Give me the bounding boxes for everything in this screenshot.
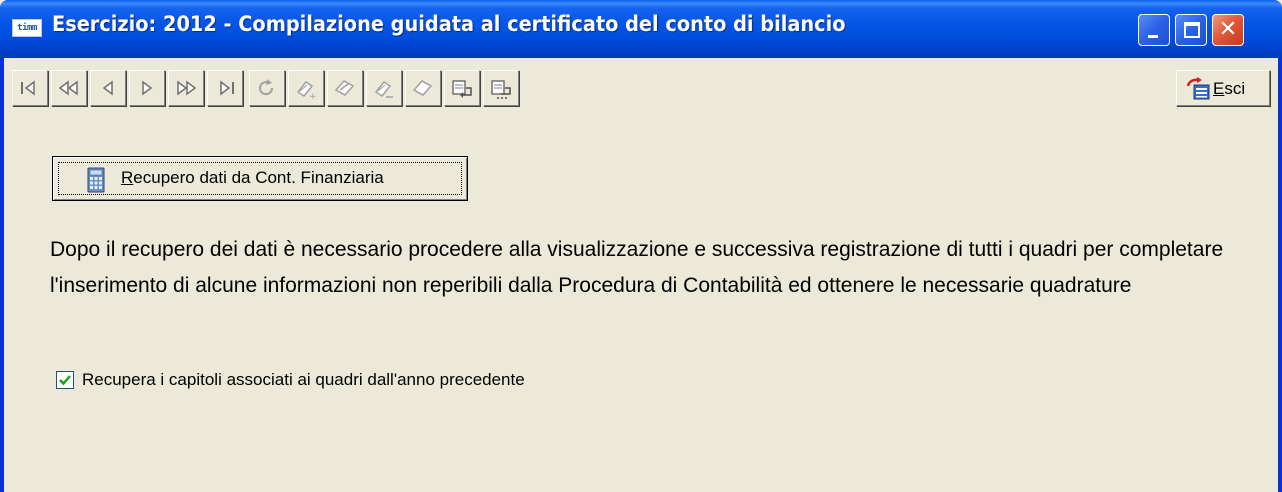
calculator-icon	[87, 167, 105, 193]
minimize-button[interactable]	[1138, 14, 1170, 46]
edit-record-button[interactable]	[327, 70, 363, 106]
close-button[interactable]: ✕	[1212, 14, 1244, 46]
recover-chapters-checkbox[interactable]	[56, 371, 74, 389]
minimize-icon	[1148, 35, 1158, 38]
edit-record-icon	[334, 80, 355, 96]
next-record-icon	[142, 80, 153, 96]
save-record-icon	[412, 80, 433, 96]
previous-page-icon	[58, 80, 78, 96]
exit-button[interactable]: Esci	[1176, 70, 1270, 106]
new-record-button[interactable]: +	[288, 70, 324, 106]
next-page-icon	[177, 80, 197, 96]
print-preview-button[interactable]	[483, 70, 519, 106]
close-icon: ✕	[1218, 17, 1238, 42]
first-record-icon	[21, 80, 35, 96]
recover-chapters-label: Recupera i capitoli associati ai quadri …	[82, 370, 525, 389]
delete-record-button[interactable]	[366, 70, 402, 106]
recover-label-rest: ecupero dati da Cont. Finanziaria	[133, 168, 384, 187]
maximize-button[interactable]	[1175, 14, 1207, 46]
app-window: timm Esercizio: 2012 - Compilazione guid…	[0, 0, 1282, 492]
recover-data-label: Recupero dati da Cont. Finanziaria	[121, 168, 384, 188]
recover-data-button[interactable]: Recupero dati da Cont. Finanziaria	[52, 156, 468, 201]
info-text: Dopo il recupero dei dati è necessario p…	[50, 238, 1224, 297]
svg-text:+: +	[309, 92, 317, 100]
previous-record-button[interactable]	[90, 70, 126, 106]
maximize-icon	[1184, 22, 1200, 38]
app-icon[interactable]: timm	[12, 19, 42, 37]
print-button[interactable]	[444, 70, 480, 106]
last-record-button[interactable]	[207, 70, 243, 106]
title-bar[interactable]: timm Esercizio: 2012 - Compilazione guid…	[0, 0, 1282, 58]
save-record-button[interactable]	[405, 70, 441, 106]
recover-label-accel: R	[121, 168, 134, 187]
next-record-button[interactable]	[129, 70, 165, 106]
delete-record-icon	[374, 80, 393, 98]
exit-icon	[1186, 77, 1210, 100]
previous-record-icon	[102, 80, 113, 96]
last-record-icon	[220, 80, 234, 96]
next-page-button[interactable]	[168, 70, 204, 106]
new-record-icon: +	[296, 80, 317, 100]
previous-page-button[interactable]	[51, 70, 87, 106]
toolbar: + Esci	[4, 64, 1278, 108]
refresh-icon	[259, 79, 274, 96]
window-title: Esercizio: 2012 - Compilazione guidata a…	[52, 12, 846, 36]
exit-label: Esci	[1213, 79, 1245, 99]
print-preview-icon	[491, 80, 511, 99]
refresh-button[interactable]	[249, 70, 285, 106]
exit-label-rest: sci	[1224, 79, 1246, 98]
exit-label-accel: E	[1213, 79, 1225, 98]
checkmark-icon	[59, 375, 71, 386]
print-icon	[452, 80, 472, 98]
client-area: + Esci Recupero dati da Cont. Finanziari…	[4, 58, 1278, 492]
first-record-button[interactable]	[12, 70, 48, 106]
